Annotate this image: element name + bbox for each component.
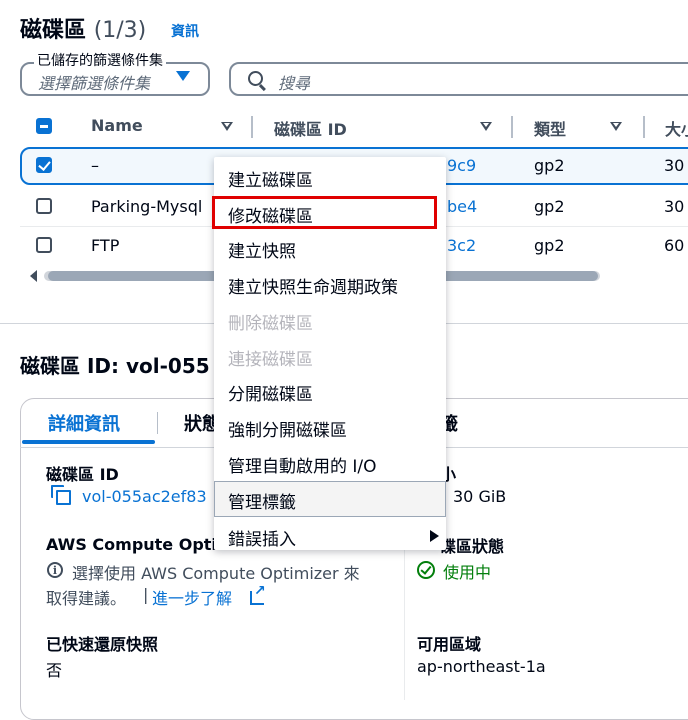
tab-details[interactable]: 詳細資訊 (48, 410, 120, 436)
sort-icon[interactable] (610, 122, 622, 131)
search-placeholder: 搜尋 (278, 74, 311, 93)
caret-down-icon[interactable] (176, 71, 190, 81)
status-ok-icon (417, 561, 435, 579)
menu-item-manage-tags[interactable]: 管理標籤 (228, 488, 296, 513)
menu-item-create-lifecycle-policy[interactable]: 建立快照生命週期政策 (228, 273, 398, 298)
menu-item-detach-volume[interactable]: 分開磁碟區 (228, 380, 313, 405)
column-divider[interactable] (511, 116, 513, 138)
external-link-icon[interactable] (250, 583, 266, 605)
saved-filter-label: 已儲存的篩選條件集 (34, 50, 166, 70)
search-icon (248, 71, 263, 86)
volume-state-label: 碟區狀態 (440, 537, 505, 556)
column-divider[interactable] (251, 116, 253, 138)
az-label: 可用區域 (417, 635, 482, 654)
menu-item-force-detach[interactable]: 強制分開磁碟區 (228, 416, 347, 441)
menu-item-create-snapshot[interactable]: 建立快照 (228, 237, 296, 262)
volume-id-value[interactable]: vol-055ac2ef83 (82, 487, 207, 506)
detail-title: 磁碟區 ID: vol-055 (20, 354, 210, 378)
info-icon: i (47, 562, 63, 578)
volume-id-label: 磁碟區 ID (46, 465, 119, 484)
row-checkbox[interactable] (36, 237, 52, 253)
column-header-size[interactable]: 大小 (665, 116, 688, 140)
selection-count: (1/3) (93, 18, 147, 43)
cell-type: gp2 (534, 156, 565, 175)
menu-item-attach-volume: 連接磁碟區 (228, 350, 313, 370)
sort-icon[interactable] (480, 122, 492, 131)
learn-more-link[interactable]: 進一步了解 (152, 585, 232, 609)
cell-name: FTP (91, 236, 120, 255)
size-value: 30 GiB (453, 487, 507, 506)
menu-item-create-volume[interactable]: 建立磁碟區 (228, 166, 313, 191)
optimizer-label: AWS Compute Opti (46, 535, 217, 554)
submenu-arrow-icon (430, 530, 439, 542)
info-link[interactable]: 資訊 (171, 21, 199, 41)
cell-name: Parking-Mysql (91, 197, 203, 216)
cell-volume-id[interactable]: be4 (447, 197, 477, 216)
cell-type: gp2 (534, 236, 565, 255)
copy-icon[interactable] (51, 485, 71, 505)
cell-size: 60 (664, 236, 685, 255)
cell-type: gp2 (534, 197, 565, 216)
optimizer-text: 選擇使用 AWS Compute Optimizer 來 (72, 564, 360, 583)
highlight-annotation (212, 196, 437, 229)
row-checkbox[interactable] (36, 198, 52, 214)
select-all-checkbox[interactable] (36, 118, 52, 134)
cell-size: 30 (664, 197, 685, 216)
menu-item-auto-enable-io[interactable]: 管理自動啟用的 I/O (228, 452, 377, 477)
fast-restore-label: 已快速還原快照 (46, 635, 159, 654)
cell-name: – (91, 156, 99, 175)
row-checkbox[interactable] (36, 157, 52, 173)
az-value: ap-northeast-1a (417, 657, 546, 676)
sort-icon[interactable] (221, 122, 233, 131)
fast-restore-value: 否 (46, 661, 63, 680)
cell-volume-id[interactable]: 9c9 (447, 156, 476, 175)
column-header-type[interactable]: 類型 (534, 116, 566, 140)
scroll-left-icon[interactable] (30, 270, 37, 282)
optimizer-text-cont: 取得建議。 (46, 589, 127, 608)
optimizer-separator: | (143, 585, 149, 604)
menu-item-delete-volume: 刪除磁碟區 (228, 314, 313, 334)
title-text: 磁碟區 (20, 18, 87, 43)
column-header-name[interactable]: Name (91, 116, 143, 135)
column-divider[interactable] (643, 116, 645, 138)
saved-filter-placeholder: 選擇篩選條件集 (38, 74, 151, 93)
cell-size: 30 (664, 156, 685, 175)
page-title: 磁碟區 (1/3) (20, 12, 146, 44)
volume-state-value: 使用中 (443, 563, 492, 582)
active-tab-indicator (22, 440, 155, 444)
cell-volume-id[interactable]: 3c2 (447, 236, 476, 255)
tab-divider (157, 412, 158, 434)
menu-item-fault-injection[interactable]: 錯誤插入 (228, 525, 296, 550)
column-header-volume-id[interactable]: 磁碟區 ID (274, 116, 347, 140)
